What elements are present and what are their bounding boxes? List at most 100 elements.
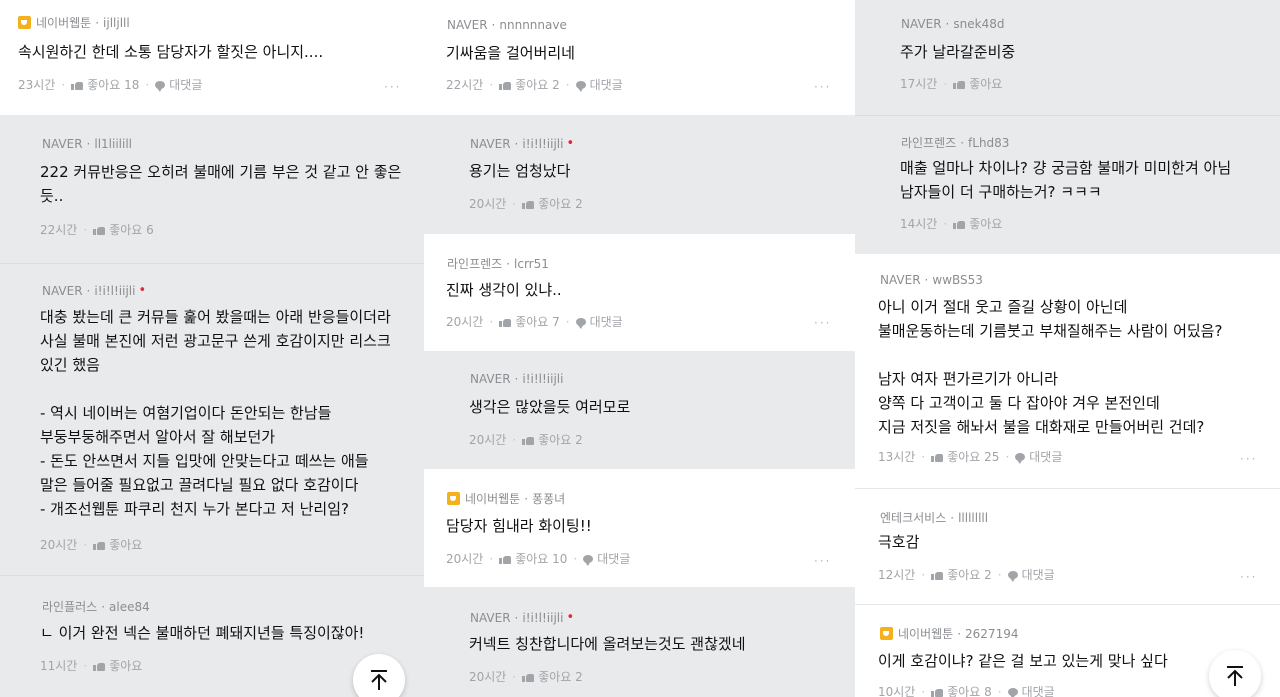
comment-time: 20시간	[40, 538, 78, 552]
like-button[interactable]: 좋아요 2	[538, 668, 583, 685]
comment-user[interactable]: lllllllll	[958, 511, 988, 525]
thumbs-up-icon[interactable]	[93, 540, 106, 550]
reply-button[interactable]: 대댓글	[590, 76, 623, 93]
comment-text: 담당자 힘내라 화이팅!!	[446, 517, 592, 535]
comment-source: NAVER	[470, 136, 511, 151]
comment-text: 아니 이거 절대 웃고 즐길 상황이 아닌데 불매운동하는데 기름붓고 부채질해…	[878, 298, 1223, 436]
more-options-button[interactable]: ···	[814, 80, 831, 94]
scroll-to-top-button[interactable]	[1209, 650, 1261, 697]
comment-source: 라인프렌즈	[447, 257, 503, 271]
comment-source: NAVER	[901, 17, 942, 31]
comment-time: 10시간	[878, 685, 916, 697]
reply-bubble-icon[interactable]	[1007, 570, 1018, 582]
comment-user[interactable]: 퐁퐁녀	[532, 490, 565, 507]
comment-user[interactable]: i!i!l!iijli	[522, 372, 563, 386]
comment-text: 기싸움을 걸어버리네	[446, 44, 575, 62]
webtoon-badge-icon	[18, 16, 31, 29]
like-button[interactable]: 좋아요 18	[87, 76, 139, 93]
reply-bubble-icon[interactable]	[583, 554, 594, 566]
thumbs-up-icon[interactable]	[499, 317, 512, 327]
reply-bubble-icon[interactable]	[1007, 687, 1018, 697]
thumbs-up-icon[interactable]	[499, 554, 512, 564]
reply-button[interactable]: 대댓글	[1022, 566, 1055, 583]
comment-user[interactable]: nnnnnnave	[499, 18, 566, 32]
comment-meta: 20시간 · 좋아요 2	[469, 431, 583, 448]
comment-time: 20시간	[446, 315, 484, 329]
comment-meta: 10시간 · 좋아요 8 · 대댓글	[878, 683, 1055, 697]
comment-user[interactable]: 2627194	[965, 627, 1018, 641]
comment-user[interactable]: wwBS53	[932, 273, 983, 287]
comment-meta: 20시간 · 좋아요 2	[469, 668, 583, 685]
more-options-button[interactable]: ···	[384, 80, 401, 94]
webtoon-badge-icon	[880, 627, 893, 640]
comment-card: NAVER · i!i!l!iijli • 커넥트 칭찬합니다에 올려보는것도 …	[424, 587, 855, 697]
thumbs-up-icon[interactable]	[522, 435, 535, 445]
comment-time: 20시간	[469, 433, 507, 447]
scroll-to-top-button[interactable]	[353, 654, 405, 697]
more-options-button[interactable]: ···	[814, 316, 831, 330]
comment-user[interactable]: i!i!l!iijli	[94, 284, 135, 298]
comment-header: 네이버웹툰 · 퐁퐁녀	[447, 490, 565, 507]
comment-user[interactable]: i!i!l!iijli	[522, 137, 563, 151]
reply-bubble-icon[interactable]	[575, 80, 586, 92]
like-button[interactable]: 좋아요	[109, 657, 142, 674]
comment-header: 라인프렌즈 · fLhd83	[901, 135, 1010, 151]
thumbs-up-icon[interactable]	[93, 225, 106, 235]
comment-user[interactable]: ijlljlll	[103, 16, 130, 30]
like-button[interactable]: 좋아요 8	[947, 683, 992, 697]
thumbs-up-icon[interactable]	[953, 79, 966, 89]
thumbs-up-icon[interactable]	[71, 80, 84, 90]
comment-source: 네이버웹툰	[465, 492, 521, 506]
thumbs-up-icon[interactable]	[499, 80, 512, 90]
comment-user[interactable]: ll1liilill	[94, 137, 132, 151]
more-options-button[interactable]: ···	[814, 554, 831, 568]
comment-user[interactable]: i!i!l!iijli	[522, 611, 563, 625]
like-button[interactable]: 좋아요 7	[515, 313, 560, 330]
reply-button[interactable]: 대댓글	[597, 550, 630, 567]
like-button[interactable]: 좋아요 25	[947, 448, 999, 465]
like-button[interactable]: 좋아요 2	[947, 566, 992, 583]
thumbs-up-icon[interactable]	[931, 570, 944, 580]
comment-card: 엔테크서비스 · lllllllll 극호감 12시간 · 좋아요 2 · 대댓…	[855, 488, 1280, 604]
comment-text: 생각은 많았을듯 여러모로	[469, 398, 631, 416]
reply-button[interactable]: 대댓글	[169, 76, 202, 93]
comment-time: 11시간	[40, 659, 78, 673]
like-button[interactable]: 좋아요 2	[538, 195, 583, 212]
more-options-button[interactable]: ···	[1240, 570, 1257, 584]
comment-card: 라인프렌즈 · lcrr51 진짜 생각이 있냐.. 20시간 · 좋아요 7 …	[424, 234, 855, 351]
like-button[interactable]: 좋아요	[109, 536, 142, 553]
comment-header: NAVER · i!i!l!iijli	[470, 372, 564, 386]
comment-user[interactable]: alee84	[109, 600, 150, 614]
thumbs-up-icon[interactable]	[522, 672, 535, 682]
reply-bubble-icon[interactable]	[575, 317, 586, 329]
reply-button[interactable]: 대댓글	[1022, 683, 1055, 697]
thumbs-up-icon[interactable]	[931, 452, 944, 462]
thumbs-up-icon[interactable]	[931, 687, 944, 697]
comment-text: 222 커뮤반응은 오히려 불매에 기름 부은 것 같고 안 좋은 듯..	[40, 163, 402, 205]
reply-button[interactable]: 대댓글	[590, 313, 623, 330]
thumbs-up-icon[interactable]	[93, 661, 106, 671]
thumbs-up-icon[interactable]	[522, 199, 535, 209]
reply-button[interactable]: 대댓글	[1029, 448, 1062, 465]
comment-card: 라인프렌즈 · fLhd83 매출 얼마나 차이나? 걍 궁금함 불매가 미미한…	[855, 115, 1280, 254]
comment-text: 진짜 생각이 있냐..	[446, 281, 562, 299]
comment-header: NAVER · i!i!l!iijli •	[470, 610, 575, 625]
reply-bubble-icon[interactable]	[1015, 452, 1026, 464]
comment-user[interactable]: snek48d	[953, 17, 1004, 31]
like-button[interactable]: 좋아요	[969, 75, 1002, 92]
comment-meta: 11시간 · 좋아요	[40, 657, 143, 674]
comment-user[interactable]: lcrr51	[514, 257, 549, 271]
like-button[interactable]: 좋아요 10	[515, 550, 567, 567]
like-button[interactable]: 좋아요 2	[515, 76, 560, 93]
like-button[interactable]: 좋아요 2	[538, 431, 583, 448]
like-button[interactable]: 좋아요 6	[109, 221, 154, 238]
comment-card: NAVER · ll1liilill 222 커뮤반응은 오히려 불매에 기름 …	[0, 115, 424, 263]
reply-bubble-icon[interactable]	[155, 80, 166, 92]
more-options-button[interactable]: ···	[1240, 452, 1257, 466]
like-button[interactable]: 좋아요	[969, 215, 1002, 232]
comment-time: 13시간	[878, 450, 916, 464]
comment-time: 23시간	[18, 78, 56, 92]
comment-user[interactable]: fLhd83	[968, 136, 1009, 150]
thumbs-up-icon[interactable]	[953, 219, 966, 229]
comment-time: 22시간	[40, 223, 78, 237]
